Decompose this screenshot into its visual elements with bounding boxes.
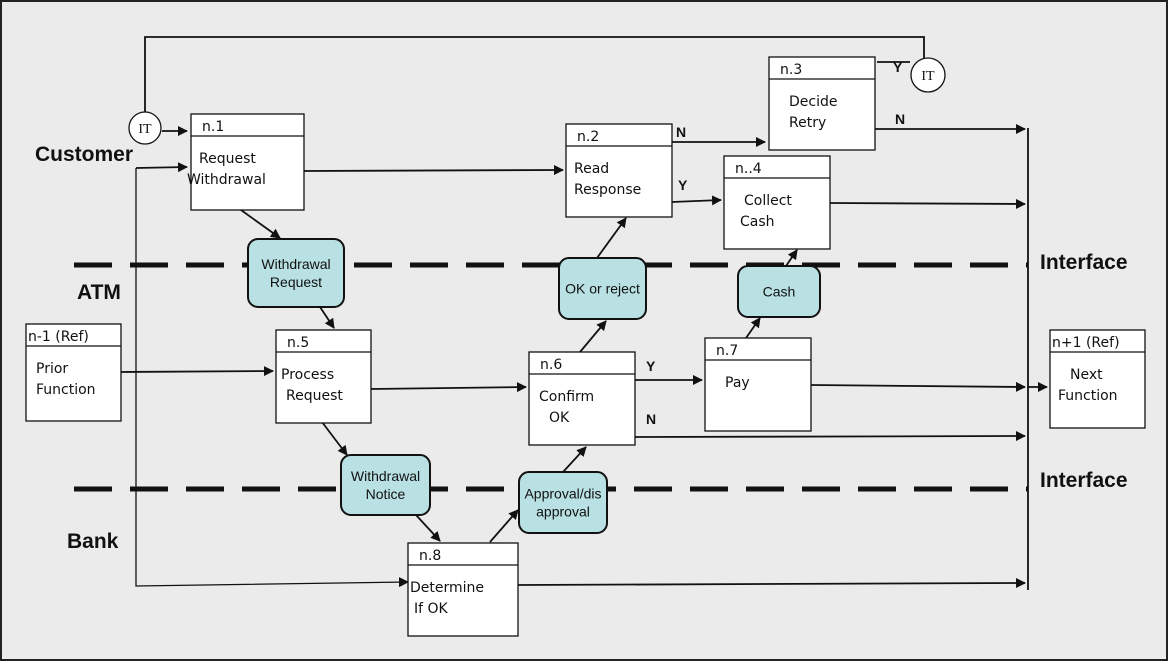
- decision-label: Y: [678, 177, 688, 193]
- decision-label: N: [895, 111, 905, 127]
- process-box-ref: n.2: [577, 129, 599, 145]
- message-box-m4: Withdrawal Notice: [340, 454, 431, 516]
- process-box-label: Confirm: [539, 389, 594, 405]
- process-box-label: Cash: [740, 214, 775, 230]
- process-box-label: Withdrawal: [187, 172, 266, 188]
- message-box-shape: [340, 454, 431, 516]
- process-box-label: Decide: [789, 94, 837, 110]
- diagram-canvas: n.1 Request Withdrawal n.2 Read Response n.3 De…: [0, 0, 1168, 661]
- process-box-ref: n.1: [202, 119, 224, 135]
- it-connector: IT: [128, 111, 162, 145]
- lane-label-atm: ATM: [77, 281, 121, 304]
- process-box-label: Prior: [36, 361, 68, 377]
- process-box-ref: n+1 (Ref): [1052, 335, 1120, 351]
- flow-arrow: [120, 366, 274, 377]
- process-box-n3: n.3 Decide Retry: [768, 56, 876, 151]
- process-box-n4: n..4 Collect Cash: [723, 155, 831, 250]
- process-box-n2: n.2 Read Response: [565, 123, 673, 218]
- message-box-label: Request: [270, 274, 322, 290]
- message-box-label: Notice: [366, 486, 406, 502]
- message-box-m5: Approval/dis approval: [518, 471, 608, 534]
- process-box-n5: n.5 Process Request: [275, 329, 372, 424]
- process-box-label: Retry: [789, 115, 826, 131]
- process-box-n1: n.1 Request Withdrawal: [187, 113, 305, 211]
- message-box-label: Approval/dis: [524, 486, 601, 502]
- message-box-m3: Cash: [737, 265, 821, 318]
- process-box-label: Response: [574, 182, 641, 198]
- message-box-label: OK or reject: [565, 281, 640, 297]
- flow-arrow: [302, 165, 564, 176]
- process-box-ref: n-1 (Ref): [28, 329, 89, 345]
- message-box-label: Withdrawal: [261, 256, 330, 272]
- message-box-label: Withdrawal: [351, 468, 420, 484]
- process-diagram: n.1 Request Withdrawal n.2 Read Response n.3 De…: [0, 0, 1168, 661]
- message-box-label: approval: [536, 504, 590, 520]
- message-box-label: Cash: [763, 284, 796, 300]
- process-box-ref: n.3: [780, 62, 802, 78]
- decision-label: Y: [646, 358, 656, 374]
- it-connector-label: IT: [921, 69, 935, 84]
- process-box-ref: n.5: [287, 335, 309, 351]
- process-box-ref: n..4: [735, 161, 762, 177]
- process-box-next: n+1 (Ref) Next Function: [1049, 329, 1146, 429]
- diagram-background: [0, 0, 1168, 661]
- flow-arrow: [829, 198, 1026, 209]
- message-box-shape: [518, 471, 608, 534]
- process-box-n6: n.6 Confirm OK: [528, 351, 636, 446]
- process-box-prev: n-1 (Ref) Prior Function: [25, 323, 122, 422]
- process-box-label: OK: [549, 410, 570, 426]
- lane-label-customer: Customer: [35, 143, 133, 166]
- process-box-label: Collect: [744, 193, 792, 209]
- it-connector: IT: [910, 57, 946, 93]
- flow-arrow: [634, 431, 1026, 442]
- interface-label: Interface: [1040, 469, 1128, 492]
- it-connector-label: IT: [138, 122, 152, 137]
- process-box-label: Request: [199, 151, 256, 167]
- process-box-n7: n.7 Pay: [704, 337, 812, 432]
- process-box-ref: n.8: [419, 548, 441, 564]
- message-box-shape: [247, 238, 345, 308]
- flow-arrow: [135, 162, 188, 173]
- process-box-ref: n.6: [540, 357, 562, 373]
- process-box-n8: n.8 Determine If OK: [407, 542, 519, 637]
- process-box-label: Pay: [725, 375, 750, 391]
- process-box-label: Request: [286, 388, 343, 404]
- process-box-label: Function: [36, 382, 96, 398]
- message-box-m2: OK or reject: [558, 257, 647, 320]
- message-box-m1: Withdrawal Request: [247, 238, 345, 308]
- decision-label: Y: [893, 59, 903, 75]
- decision-label: N: [646, 411, 656, 427]
- process-box-label: Function: [1058, 388, 1118, 404]
- decision-label: N: [676, 124, 686, 140]
- process-box-ref: n.7: [716, 343, 738, 359]
- process-box-label: Process: [281, 367, 334, 383]
- lane-label-bank: Bank: [67, 530, 119, 553]
- process-box-label: Read: [574, 161, 609, 177]
- process-box-label: If OK: [414, 601, 449, 617]
- interface-label: Interface: [1040, 251, 1128, 274]
- process-box-label: Determine: [410, 580, 484, 596]
- process-box-label: Next: [1070, 367, 1103, 383]
